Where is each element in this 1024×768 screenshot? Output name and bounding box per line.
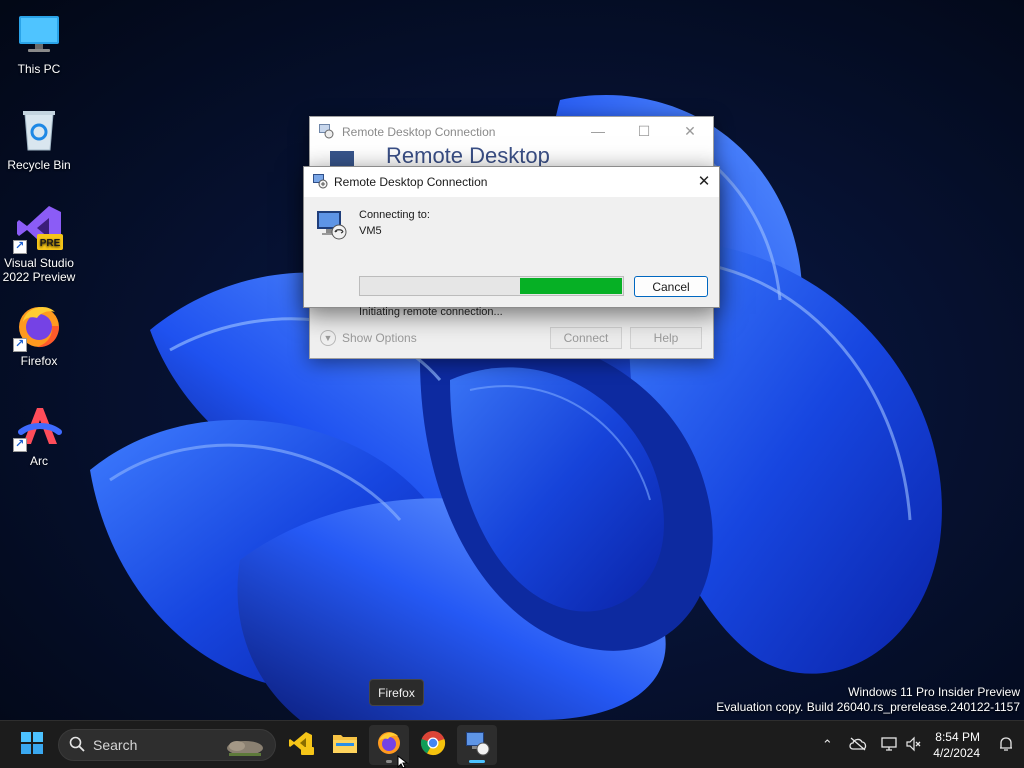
network-volume-button[interactable]: [875, 721, 927, 768]
watermark-build: Evaluation copy. Build 26040.rs_prerelea…: [716, 700, 1020, 714]
desktop-wallpaper: [0, 0, 1024, 720]
close-button[interactable]: ✕: [667, 117, 713, 145]
search-highlight-icon: [223, 734, 267, 761]
dialog-title: Remote Desktop Connection: [334, 175, 488, 189]
window-banner: Remote Desktop: [310, 147, 713, 167]
arc-icon: [13, 402, 63, 452]
connecting-dialog: Remote Desktop Connection ✕ Connecting t…: [303, 166, 720, 318]
cloud-offline-icon: [848, 737, 868, 754]
desktop-icon-label: Visual Studio 2022 Preview: [2, 256, 76, 284]
show-options-toggle[interactable]: ▼ Show Options: [320, 330, 417, 346]
taskbar-app-visual-studio[interactable]: [281, 725, 321, 765]
watermark-edition: Windows 11 Pro Insider Preview: [848, 685, 1020, 699]
visual-studio-icon: [288, 730, 314, 761]
desktop-icon-recycle-bin[interactable]: Recycle Bin: [2, 106, 76, 172]
chevron-down-icon: ▼: [320, 330, 336, 346]
desktop-icon-firefox[interactable]: Firefox: [2, 302, 76, 368]
help-button[interactable]: Help: [630, 327, 702, 349]
cancel-button[interactable]: Cancel: [634, 276, 708, 297]
mouse-pointer-icon: [397, 755, 409, 768]
system-tray: ⌃ 8:54 PM 4/2/2024: [813, 721, 1024, 768]
close-button[interactable]: ✕: [689, 167, 719, 195]
chevron-up-icon: ⌃: [821, 737, 833, 752]
banner-title: Remote Desktop: [386, 147, 550, 167]
running-indicator: [386, 760, 392, 763]
taskbar: Search ⌃ 8:54 PM 4/2/2024: [0, 720, 1024, 768]
clock-time: 8:54 PM: [935, 730, 980, 744]
taskbar-search-box[interactable]: Search: [58, 729, 276, 761]
computer-name: VM5: [359, 225, 382, 237]
remote-desktop-icon: [464, 730, 490, 761]
onedrive-status-button[interactable]: [841, 721, 875, 768]
pre-badge: PRE: [40, 238, 61, 249]
show-hidden-icons-button[interactable]: ⌃: [813, 721, 841, 768]
window-footer: ▼ Show Options Connect Help: [310, 318, 713, 358]
network-icon: [880, 736, 898, 755]
desktop-icon-label: Recycle Bin: [7, 158, 71, 172]
visual-studio-icon: PRE: [13, 204, 63, 254]
connecting-to-label: Connecting to:: [359, 209, 430, 221]
minimize-button[interactable]: —: [575, 117, 621, 145]
clock-button[interactable]: 8:54 PM 4/2/2024: [933, 729, 980, 761]
volume-muted-icon: [906, 736, 922, 755]
recycle-bin-icon: [15, 106, 63, 154]
dialog-titlebar: Remote Desktop Connection: [304, 167, 719, 197]
search-placeholder: Search: [93, 737, 138, 753]
notifications-button[interactable]: [988, 721, 1024, 768]
clock-date: 4/2/2024: [933, 746, 980, 760]
desktop-icon-label: Arc: [30, 454, 48, 468]
remote-desktop-icon: [312, 173, 328, 192]
shortcut-arrow-icon: [13, 337, 27, 352]
desktop-icon-visual-studio[interactable]: PRE Visual Studio 2022 Preview: [2, 204, 76, 284]
firefox-icon: [13, 302, 63, 352]
desktop-icon-label: Firefox: [20, 354, 58, 368]
taskbar-tooltip: Firefox: [369, 679, 424, 706]
connection-status: Initiating remote connection...: [359, 306, 503, 318]
search-icon: [69, 736, 85, 755]
start-button[interactable]: [12, 725, 52, 765]
window-title: Remote Desktop Connection: [342, 125, 496, 139]
shortcut-arrow-icon: [13, 437, 27, 452]
windows-logo-icon: [20, 731, 44, 760]
chrome-icon: [420, 730, 446, 761]
active-indicator: [469, 760, 485, 763]
shortcut-arrow-icon: [13, 239, 27, 254]
progress-fill: [520, 278, 622, 294]
desktop-icon-label: This PC: [17, 62, 61, 76]
desktop-icon-this-pc[interactable]: This PC: [2, 10, 76, 76]
remote-desktop-icon: [318, 123, 334, 142]
taskbar-app-remote-desktop[interactable]: [457, 725, 497, 765]
show-options-label: Show Options: [342, 331, 417, 345]
connection-progress-bar: [359, 276, 624, 296]
remote-desktop-banner-icon: [328, 149, 358, 166]
maximize-button[interactable]: ☐: [621, 117, 667, 145]
remote-desktop-connection-icon: [316, 209, 348, 241]
folder-icon: [332, 732, 358, 759]
taskbar-app-file-explorer[interactable]: [325, 725, 365, 765]
bell-icon: [998, 736, 1014, 755]
connect-button[interactable]: Connect: [550, 327, 622, 349]
monitor-icon: [15, 10, 63, 58]
desktop-icon-arc[interactable]: Arc: [2, 402, 76, 468]
evaluation-watermark: Windows 11 Pro Insider Preview Evaluatio…: [716, 685, 1020, 715]
taskbar-app-chrome[interactable]: [413, 725, 453, 765]
